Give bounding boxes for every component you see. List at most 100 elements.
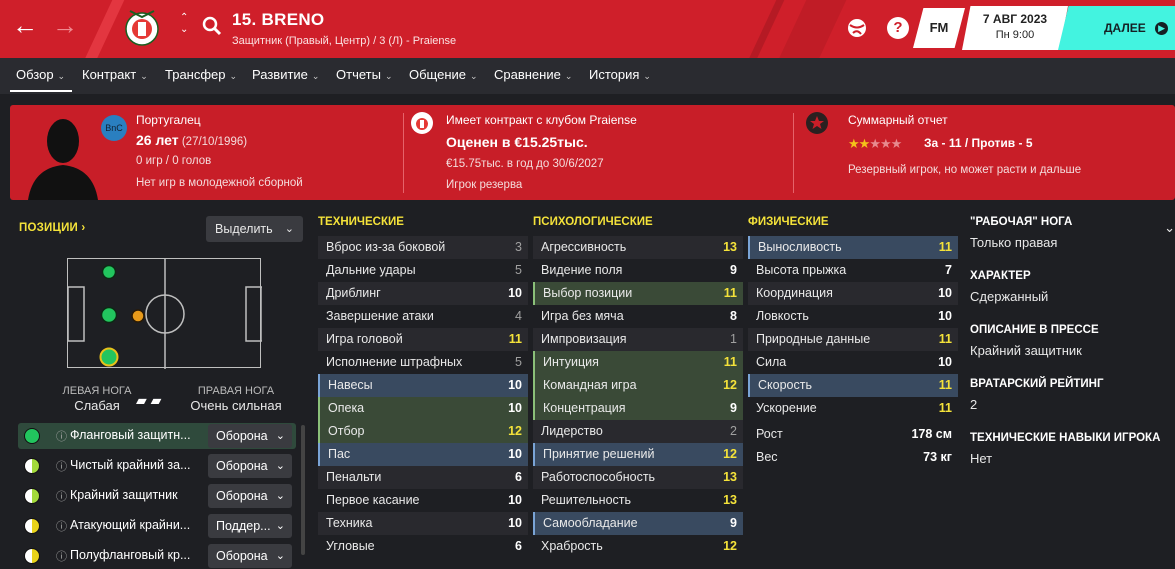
info-icon[interactable]: ⓘ — [56, 458, 67, 474]
weight-row: Вес 73 кг — [748, 446, 958, 469]
role-row[interactable]: ⓘ Чистый крайний за... Оборона ⌄ — [18, 453, 296, 479]
tab-interaction[interactable]: Общение ⌄ — [409, 67, 478, 82]
tab-history[interactable]: История ⌄ — [589, 67, 651, 82]
attribute-row[interactable]: Выносливость 11 — [748, 236, 958, 259]
attribute-row[interactable]: Игра без мяча 8 — [533, 305, 743, 328]
info-icon[interactable]: ⓘ — [56, 548, 67, 564]
attribute-row[interactable]: Интуиция 11 — [533, 351, 743, 374]
positions-title[interactable]: ПОЗИЦИИ › — [19, 222, 85, 234]
continue-label: ДАЛЕЕ — [1104, 21, 1146, 35]
forward-arrow-icon[interactable]: → — [52, 10, 78, 40]
attribute-row[interactable]: Координация 10 — [748, 282, 958, 305]
role-row[interactable]: ⓘ Крайний защитник Оборона ⌄ — [18, 483, 296, 509]
attribute-row[interactable]: Храбрость 12 — [533, 535, 743, 558]
continue-button[interactable]: ДАЛЕЕ ▶ — [1058, 6, 1175, 50]
attribute-name: Угловые — [326, 539, 375, 553]
attribute-row[interactable]: Угловые 6 — [318, 535, 528, 558]
role-duty-dropdown[interactable]: Оборона ⌄ — [208, 454, 292, 478]
attribute-row[interactable]: Импровизация 1 — [533, 328, 743, 351]
role-row[interactable]: ⓘ Полуфланговый кр... Оборона ⌄ — [18, 543, 296, 569]
attribute-row[interactable]: Командная игра 12 — [533, 374, 743, 397]
attribute-row[interactable]: Решительность 13 — [533, 489, 743, 512]
role-row[interactable]: ⓘ Атакующий крайни... Поддер... ⌄ — [18, 513, 296, 539]
info-icon[interactable]: ⓘ — [56, 518, 67, 534]
attribute-row[interactable]: Выбор позиции 11 — [533, 282, 743, 305]
help-icon[interactable]: ? — [887, 17, 909, 39]
player-switch-icon[interactable]: ⌃ ⌄ — [180, 12, 188, 36]
bio-section: BnC Португалец 26 лет (27/10/1996) 0 игр… — [10, 105, 400, 200]
attribute-row[interactable]: Пенальти 6 — [318, 466, 528, 489]
weight-label: Вес — [756, 450, 778, 464]
attribute-row[interactable]: Агрессивность 13 — [533, 236, 743, 259]
attribute-row[interactable]: Ловкость 10 — [748, 305, 958, 328]
tab-bar: Обзор ⌄ Контракт ⌄ Трансфер ⌄ Развитие ⌄ Отч… — [0, 58, 1175, 94]
search-icon[interactable] — [202, 16, 222, 36]
club-crest-icon — [125, 10, 159, 46]
attribute-row[interactable]: Отбор 12 — [318, 420, 528, 443]
role-duty-dropdown[interactable]: Оборона ⌄ — [208, 424, 292, 448]
highlight-dropdown[interactable]: Выделить ⌄ — [206, 216, 303, 242]
date-of-birth: (27/10/1996) — [181, 136, 248, 148]
roles-scrollbar[interactable] — [301, 425, 305, 555]
player-name: 15. BRENO — [232, 10, 325, 29]
attribute-row[interactable]: Опека 10 — [318, 397, 528, 420]
attribute-row[interactable]: Игра головой 11 — [318, 328, 528, 351]
attribute-row[interactable]: Пас 10 — [318, 443, 528, 466]
mental-title: ПСИХОЛОГИЧЕСКИЕ — [533, 216, 653, 228]
age: 26 лет — [136, 132, 179, 148]
attribute-row[interactable]: Природные данные 11 — [748, 328, 958, 351]
attribute-name: Игра головой — [326, 332, 403, 346]
attribute-row[interactable]: Техника 10 — [318, 512, 528, 535]
attribute-name: Отбор — [328, 424, 365, 438]
attribute-value: 10 — [508, 401, 522, 415]
attribute-row[interactable]: Первое касание 10 — [318, 489, 528, 512]
tab-development[interactable]: Развитие ⌄ — [252, 67, 319, 82]
info-icon[interactable]: ⓘ — [56, 488, 67, 504]
attribute-name: Игра без мяча — [541, 309, 624, 323]
role-duty-dropdown[interactable]: Поддер... ⌄ — [208, 514, 292, 538]
attribute-row[interactable]: Навесы 10 — [318, 374, 528, 397]
tab-transfer[interactable]: Трансфер ⌄ — [165, 67, 237, 82]
attribute-row[interactable]: Работоспособность 13 — [533, 466, 743, 489]
attribute-row[interactable]: Скорость 11 — [748, 374, 958, 397]
attribute-row[interactable]: Самообладание 9 — [533, 512, 743, 535]
role-name: Атакующий крайни... — [70, 518, 191, 532]
attribute-row[interactable]: Сила 10 — [748, 351, 958, 374]
back-arrow-icon[interactable]: ← — [12, 10, 38, 40]
player-info-panel: "РАБОЧАЯ" НОГА ⌄ Только правая ХАРАКТЕР … — [970, 216, 1175, 486]
attribute-row[interactable]: Концентрация 9 — [533, 397, 743, 420]
star-icon: ★ — [848, 136, 860, 151]
tab-reports[interactable]: Отчеты ⌄ — [336, 67, 392, 82]
attribute-value: 9 — [730, 516, 737, 530]
positions-panel: ПОЗИЦИИ › Выделить ⌄ ЛЕВАЯ НОГА Слабая ▰ … — [10, 210, 305, 568]
tab-overview[interactable]: Обзор ⌄ — [16, 67, 65, 82]
globe-icon[interactable] — [843, 14, 871, 42]
attribute-row[interactable]: Высота прыжка 7 — [748, 259, 958, 282]
left-foot-value: Слабая — [74, 398, 120, 413]
chevron-down-icon: ⌄ — [275, 520, 285, 532]
role-duty: Поддер... — [216, 519, 271, 533]
attribute-row[interactable]: Исполнение штрафных 5 — [318, 351, 528, 374]
info-icon[interactable]: ⓘ — [56, 428, 67, 444]
attribute-row[interactable]: Лидерство 2 — [533, 420, 743, 443]
attribute-row[interactable]: Ускорение 11 — [748, 397, 958, 420]
top-bar: ← → ⌃ ⌄ 15. BRENO Защитник (Правый, Центр… — [0, 0, 1175, 58]
attribute-name: Лидерство — [541, 424, 603, 438]
attribute-name: Командная игра — [543, 378, 637, 392]
attribute-row[interactable]: Принятие решений 12 — [533, 443, 743, 466]
tab-comparison[interactable]: Сравнение ⌄ — [494, 67, 572, 82]
role-duty-dropdown[interactable]: Оборона ⌄ — [208, 544, 292, 568]
attribute-row[interactable]: Завершение атаки 4 — [318, 305, 528, 328]
tab-contract[interactable]: Контракт ⌄ — [82, 67, 148, 82]
technical-attributes: ТЕХНИЧЕСКИЕ Вброс из-за боковой 3 Дальние … — [318, 216, 528, 558]
fm-menu-button[interactable]: FM — [913, 8, 965, 48]
role-duty-dropdown[interactable]: Оборона ⌄ — [208, 484, 292, 508]
attribute-row[interactable]: Вброс из-за боковой 3 — [318, 236, 528, 259]
chevron-down-icon: ⌄ — [275, 460, 285, 472]
attribute-row[interactable]: Дриблинг 10 — [318, 282, 528, 305]
preferred-foot-value: Только правая — [970, 235, 1058, 250]
chevron-down-icon[interactable]: ⌄ — [1164, 220, 1175, 236]
attribute-row[interactable]: Видение поля 9 — [533, 259, 743, 282]
attribute-row[interactable]: Дальние удары 5 — [318, 259, 528, 282]
role-row[interactable]: ⓘ Фланговый защитн... Оборона ⌄ — [18, 423, 296, 449]
